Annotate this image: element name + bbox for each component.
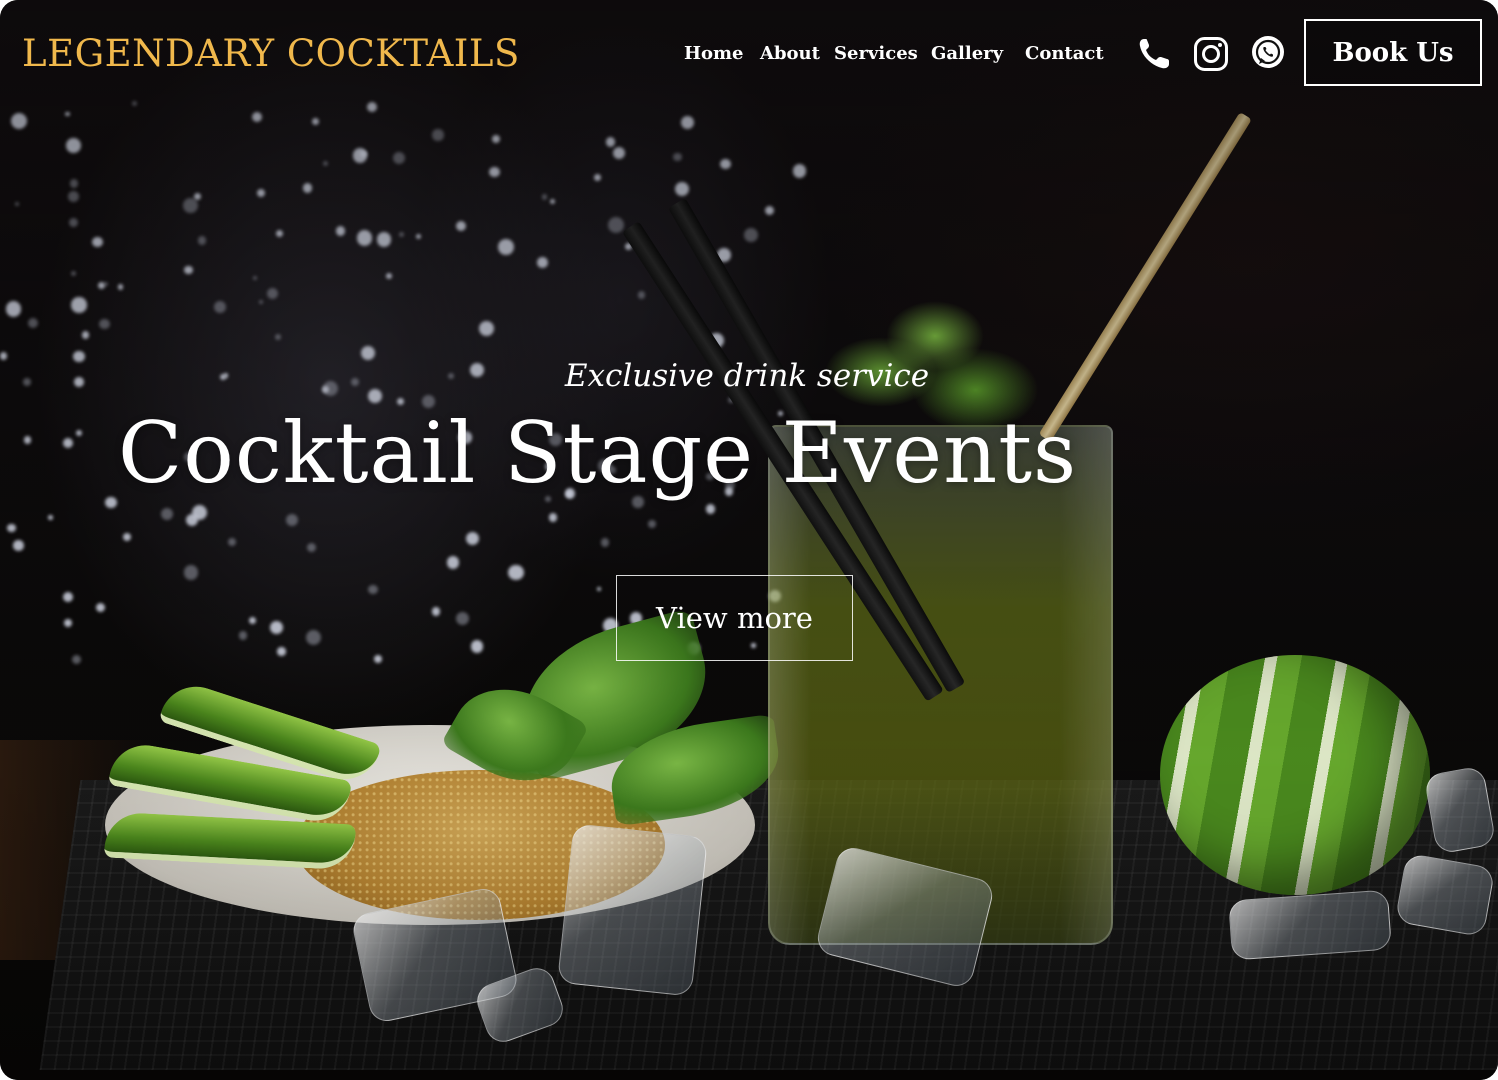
instagram-icon-graphic [1194,37,1228,71]
image-overlay [0,0,1498,1080]
nav-home[interactable]: Home [684,43,744,64]
instagram-icon[interactable] [1193,36,1229,72]
hero-title: Cocktail Stage Events [118,404,1078,502]
nav-gallery[interactable]: Gallery [931,43,1003,64]
phone-icon-graphic [1139,39,1169,69]
whatsapp-icon-graphic [1252,36,1284,68]
phone-icon[interactable] [1136,36,1172,72]
book-us-button[interactable]: Book Us [1304,19,1482,86]
whatsapp-icon[interactable] [1250,34,1286,70]
site-logo[interactable]: LEGENDARY COCKTAILS [22,32,520,75]
nav-services[interactable]: Services [834,43,918,64]
nav-contact[interactable]: Contact [1025,43,1104,64]
view-more-button[interactable]: View more [616,575,853,661]
hero-subtitle: Exclusive drink service [564,358,930,394]
hero-background-image [0,0,1498,1080]
website-frame: LEGENDARY COCKTAILS Home About Services … [0,0,1498,1080]
nav-about[interactable]: About [760,43,820,64]
